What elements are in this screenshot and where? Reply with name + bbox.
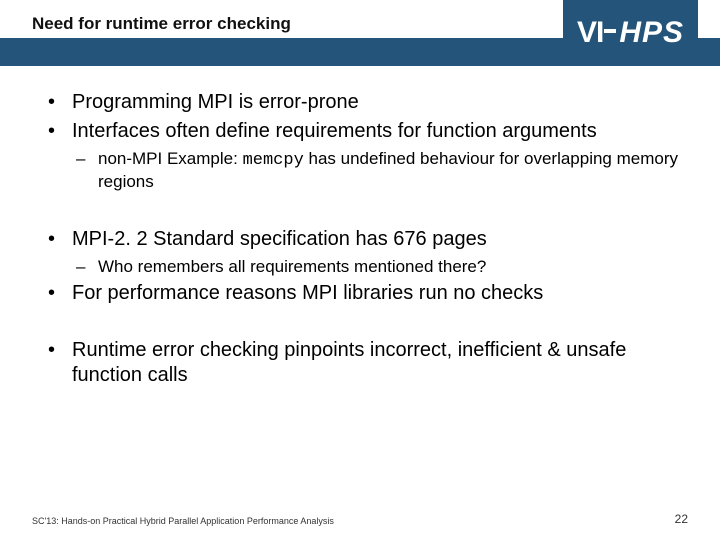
bullet-list: Programming MPI is error-prone Interface… — [48, 90, 684, 193]
slide-header: Need for runtime error checking VI HPS — [0, 0, 720, 66]
sub-text-pre: non-MPI Example: — [98, 149, 243, 168]
sub-bullet-item: non-MPI Example: memcpy has undefined be… — [76, 148, 684, 193]
logo-box: VI HPS — [563, 0, 698, 66]
logo-vi-letters: VI — [577, 16, 603, 49]
bullet-text: MPI-2. 2 Standard specification has 676 … — [72, 228, 487, 250]
logo-hps-text: HPS — [619, 16, 684, 50]
slide-footer: SC'13: Hands-on Practical Hybrid Paralle… — [32, 512, 688, 526]
sub-bullet-item: Who remembers all requirements mentioned… — [76, 256, 684, 277]
footer-text: SC'13: Hands-on Practical Hybrid Paralle… — [32, 516, 334, 526]
page-number: 22 — [675, 512, 688, 526]
bullet-item: For performance reasons MPI libraries ru… — [48, 281, 684, 306]
spacer — [48, 310, 684, 338]
sub-bullet-list: non-MPI Example: memcpy has undefined be… — [76, 148, 684, 193]
code-text: memcpy — [243, 151, 304, 170]
spacer — [48, 197, 684, 227]
bullet-item: Runtime error checking pinpoints incorre… — [48, 338, 684, 388]
slide-body: Programming MPI is error-prone Interface… — [0, 66, 720, 388]
bullet-item: Interfaces often define requirements for… — [48, 119, 684, 193]
bullet-list: MPI-2. 2 Standard specification has 676 … — [48, 227, 684, 306]
bullet-list: Runtime error checking pinpoints incorre… — [48, 338, 684, 388]
logo-vi-text: VI — [577, 16, 617, 50]
bullet-text: Interfaces often define requirements for… — [72, 120, 597, 142]
bullet-item: Programming MPI is error-prone — [48, 90, 684, 115]
bullet-item: MPI-2. 2 Standard specification has 676 … — [48, 227, 684, 277]
logo-dash-icon — [604, 29, 616, 33]
slide-title: Need for runtime error checking — [32, 14, 291, 34]
logo: VI HPS — [563, 0, 698, 66]
sub-bullet-list: Who remembers all requirements mentioned… — [76, 256, 684, 277]
